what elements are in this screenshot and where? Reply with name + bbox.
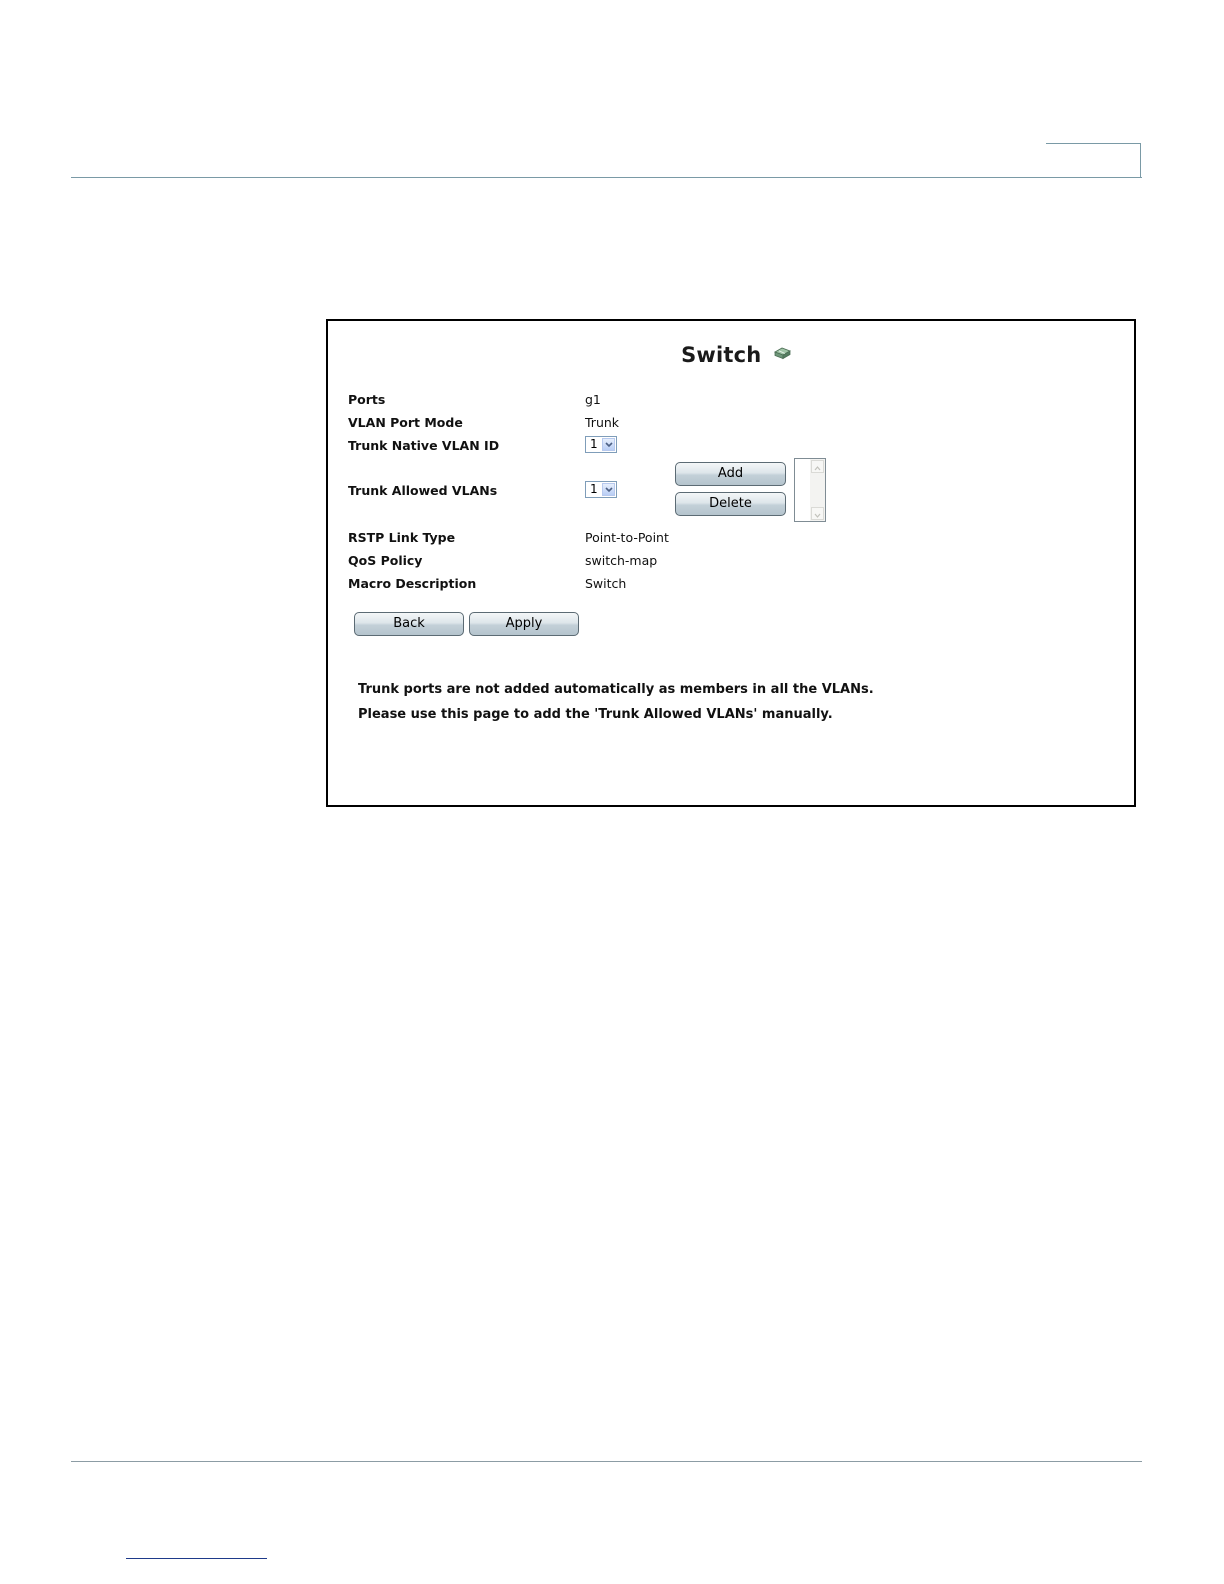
chapter-tab-box — [1046, 143, 1141, 178]
page-header-rule — [71, 177, 1142, 178]
switch-settings-screenshot: Switch Ports g1 VLAN Port Mode Trunk Tru… — [326, 319, 1136, 807]
listbox-scrollbar[interactable] — [810, 459, 825, 521]
chevron-down-icon[interactable] — [602, 438, 615, 451]
vlan-port-mode-value: Trunk — [585, 415, 620, 430]
rstp-link-type-label: RSTP Link Type — [348, 530, 456, 545]
allowed-vlans-listbox[interactable] — [794, 458, 826, 522]
add-vlan-button[interactable]: Add — [675, 462, 786, 486]
back-button[interactable]: Back — [354, 612, 464, 636]
switch-device-icon — [773, 346, 791, 365]
trunk-native-vlan-id-selected: 1 — [590, 437, 598, 451]
trunk-allowed-vlans-selected: 1 — [590, 482, 598, 496]
title-bar: Switch — [328, 343, 1134, 367]
qos-policy-value: switch-map — [585, 553, 658, 568]
macro-description-label: Macro Description — [348, 576, 477, 591]
note-line-2: Please use this page to add the 'Trunk A… — [358, 707, 833, 722]
footer-link-underline — [126, 1558, 267, 1559]
rstp-link-type-value: Point-to-Point — [585, 530, 669, 545]
trunk-allowed-vlans-select[interactable]: 1 — [585, 481, 617, 498]
delete-vlan-button[interactable]: Delete — [675, 492, 786, 516]
ports-label: Ports — [348, 392, 386, 407]
qos-policy-label: QoS Policy — [348, 553, 423, 568]
scroll-down-icon[interactable] — [811, 507, 824, 520]
vlan-port-mode-label: VLAN Port Mode — [348, 415, 463, 430]
trunk-native-vlan-id-label: Trunk Native VLAN ID — [348, 438, 500, 453]
apply-button[interactable]: Apply — [469, 612, 579, 636]
trunk-allowed-vlans-label: Trunk Allowed VLANs — [348, 483, 498, 498]
scroll-up-icon[interactable] — [811, 460, 824, 473]
chevron-down-icon[interactable] — [602, 483, 615, 496]
note-line-1: Trunk ports are not added automatically … — [358, 682, 874, 697]
ports-value: g1 — [585, 392, 601, 407]
trunk-native-vlan-id-select[interactable]: 1 — [585, 436, 617, 453]
page-title: Switch — [681, 343, 762, 367]
macro-description-value: Switch — [585, 576, 627, 591]
page-footer-rule — [71, 1461, 1142, 1462]
